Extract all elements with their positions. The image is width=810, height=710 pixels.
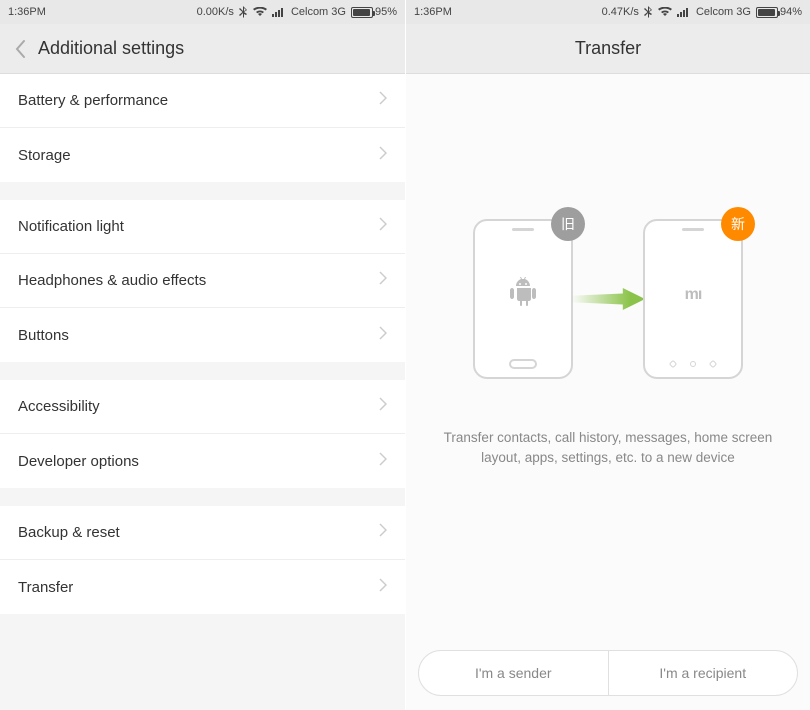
status-carrier: Celcom 3G — [291, 6, 346, 18]
screenshot-right: 1:36PM 0.47K/s Celcom 3G 94% Transfer — [405, 0, 810, 710]
page-title: Additional settings — [38, 38, 184, 59]
wifi-icon — [658, 7, 672, 17]
chevron-right-icon — [379, 326, 387, 345]
transfer-arrow-icon — [571, 288, 645, 310]
row-battery-performance[interactable]: Battery & performance — [0, 74, 405, 128]
row-label: Headphones & audio effects — [18, 272, 206, 289]
settings-group: Backup & reset Transfer — [0, 506, 405, 614]
status-right: 0.47K/s Celcom 3G 94% — [602, 6, 802, 18]
new-badge: 新 — [721, 207, 755, 241]
row-transfer[interactable]: Transfer — [0, 560, 405, 614]
screenshot-left: 1:36PM 0.00K/s Celcom 3G 95% Additional … — [0, 0, 405, 710]
row-label: Storage — [18, 147, 71, 164]
settings-group: Notification light Headphones & audio ef… — [0, 200, 405, 362]
row-label: Accessibility — [18, 398, 100, 415]
row-label: Battery & performance — [18, 92, 168, 109]
row-storage[interactable]: Storage — [0, 128, 405, 182]
chevron-right-icon — [379, 146, 387, 165]
row-accessibility[interactable]: Accessibility — [0, 380, 405, 434]
row-notification-light[interactable]: Notification light — [0, 200, 405, 254]
old-device-icon: 旧 — [473, 219, 573, 379]
status-carrier: Celcom 3G — [696, 6, 751, 18]
status-bar: 1:36PM 0.00K/s Celcom 3G 95% — [0, 0, 405, 24]
row-label: Buttons — [18, 327, 69, 344]
row-developer-options[interactable]: Developer options — [0, 434, 405, 488]
status-right: 0.00K/s Celcom 3G 95% — [197, 6, 397, 18]
signal-icon — [272, 7, 286, 17]
status-speed: 0.47K/s — [602, 6, 639, 18]
row-backup-reset[interactable]: Backup & reset — [0, 506, 405, 560]
chevron-right-icon — [379, 217, 387, 236]
status-bar: 1:36PM 0.47K/s Celcom 3G 94% — [406, 0, 810, 24]
android-icon — [510, 277, 536, 312]
chevron-right-icon — [379, 452, 387, 471]
status-speed: 0.00K/s — [197, 6, 234, 18]
chevron-right-icon — [379, 271, 387, 290]
mi-logo-icon: mı — [685, 286, 702, 304]
row-label: Transfer — [18, 579, 73, 596]
transfer-description: Transfer contacts, call history, message… — [406, 428, 810, 469]
signal-icon — [677, 7, 691, 17]
row-buttons[interactable]: Buttons — [0, 308, 405, 362]
recipient-button[interactable]: I'm a recipient — [608, 651, 798, 695]
back-button[interactable] — [14, 39, 26, 59]
chevron-right-icon — [379, 523, 387, 542]
page-title: Transfer — [575, 38, 641, 59]
chevron-right-icon — [379, 578, 387, 597]
status-battery-pct: 95% — [375, 6, 397, 18]
row-label: Notification light — [18, 218, 124, 235]
settings-group: Accessibility Developer options — [0, 380, 405, 488]
new-device-icon: mı 新 — [643, 219, 743, 379]
bluetooth-icon — [644, 6, 653, 18]
bluetooth-icon — [239, 6, 248, 18]
old-badge: 旧 — [551, 207, 585, 241]
status-time: 1:36PM — [8, 6, 46, 18]
settings-list[interactable]: Battery & performance Storage Notificati… — [0, 74, 405, 710]
chevron-right-icon — [379, 397, 387, 416]
transfer-body: 旧 mı 新 Transfer contacts, call history, … — [406, 74, 810, 710]
settings-group: Battery & performance Storage — [0, 74, 405, 182]
status-time: 1:36PM — [414, 6, 452, 18]
row-label: Backup & reset — [18, 524, 120, 541]
nav-bar: Additional settings — [0, 24, 405, 74]
chevron-right-icon — [379, 91, 387, 110]
battery-indicator: 95% — [351, 6, 397, 18]
row-label: Developer options — [18, 453, 139, 470]
transfer-illustration: 旧 mı 新 — [473, 214, 743, 384]
nav-bar: Transfer — [406, 24, 810, 74]
wifi-icon — [253, 7, 267, 17]
sender-button[interactable]: I'm a sender — [419, 651, 608, 695]
row-headphones-audio[interactable]: Headphones & audio effects — [0, 254, 405, 308]
status-battery-pct: 94% — [780, 6, 802, 18]
battery-indicator: 94% — [756, 6, 802, 18]
transfer-buttons: I'm a sender I'm a recipient — [418, 650, 798, 696]
